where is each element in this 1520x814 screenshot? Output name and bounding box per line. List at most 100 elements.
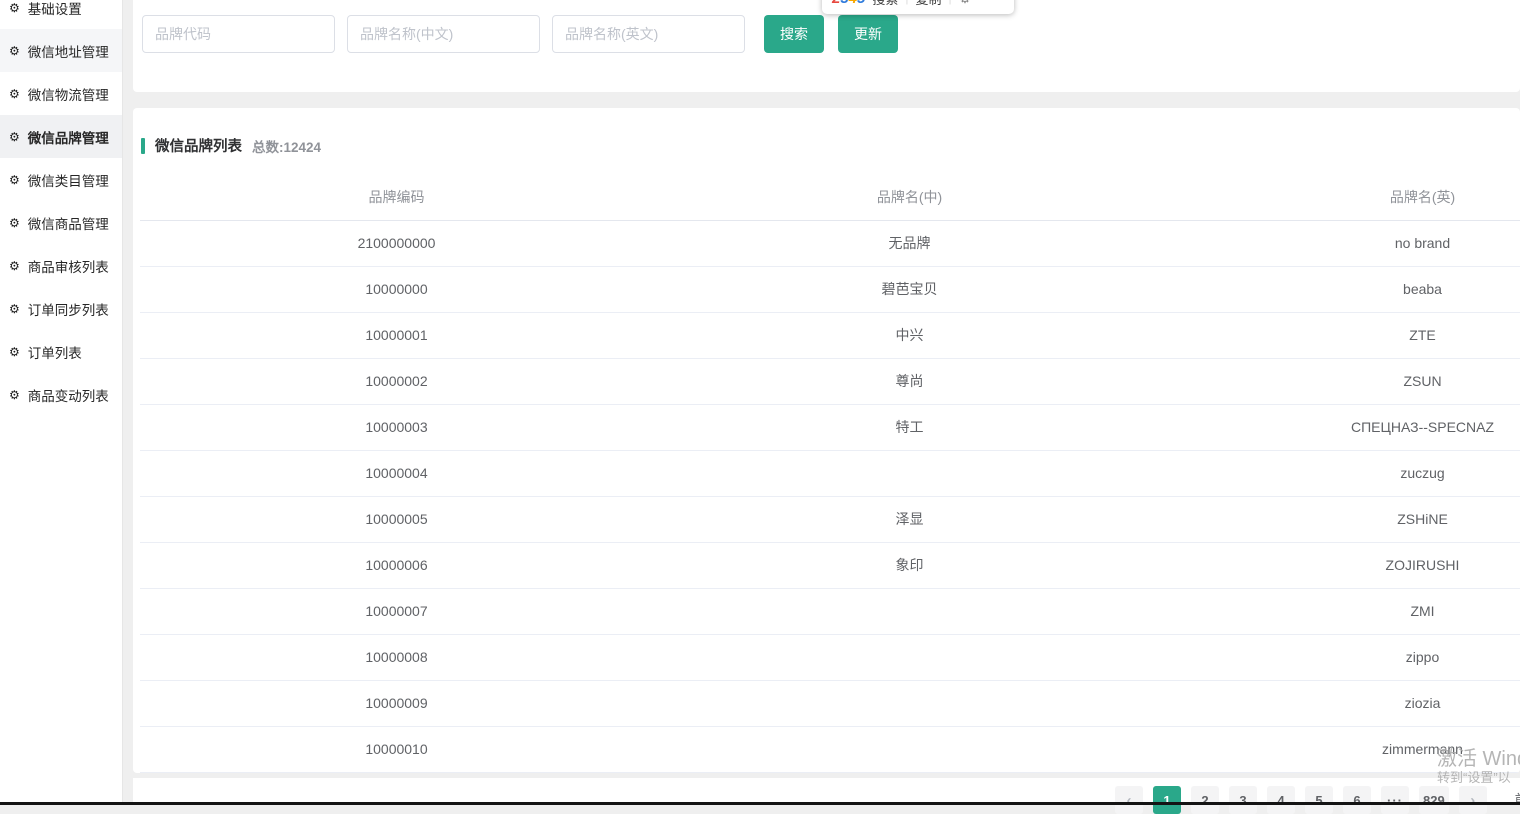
sidebar-item-label: 微信品牌管理 [27,130,109,146]
sidebar-item-wechat-category[interactable]: ⚙ 微信类目管理 [0,158,122,201]
page-button-6[interactable]: 6 [1343,786,1371,814]
pagination-bar: ‹ 1 2 3 4 5 6 ··· 829 › 前往 [133,778,1520,814]
sidebar-item-product-change[interactable]: ⚙ 商品变动列表 [0,373,122,416]
page-button-2[interactable]: 2 [1191,786,1219,814]
brand-name-en-input[interactable] [552,15,745,53]
sidebar-menu: ⚙ 基础设置 ⚙ 微信地址管理 ⚙ 微信物流管理 ⚙ 微信品牌管理 ⚙ 微信类目… [0,0,122,416]
cell-brand-name-en: ZSUN [1403,373,1442,389]
sidebar-item-wechat-address[interactable]: ⚙ 微信地址管理 [0,29,122,72]
cell-brand-name-cn [653,635,1166,680]
cell-brand-name-cn [653,589,1166,634]
page-button-4[interactable]: 4 [1267,786,1295,814]
popup-copy-action[interactable]: 复制 [916,0,942,8]
table-row: 2100000000 无品牌 no brand [140,221,1520,267]
cell-brand-code: 10000008 [365,649,428,665]
cell-brand-name-en: no brand [1394,235,1451,251]
cell-brand-name-en: СПЕЦНАЗ--SPECNAZ [1350,419,1495,435]
cell-brand-code: 2100000000 [357,235,436,251]
cell-brand-name-cn: 中兴 [895,327,924,343]
cell-brand-name-en: ZOJIRUSHI [1385,557,1460,573]
col-header-brand-name-cn: 品牌名(中) [876,189,943,205]
cell-brand-name-cn: 象印 [895,557,924,573]
page-button-5[interactable]: 5 [1305,786,1333,814]
sidebar-item-label: 微信类目管理 [27,173,109,189]
table-row: 10000008 zippo [140,635,1520,681]
popup-settings-icon[interactable]: ⚙ [959,0,972,7]
panel-title-row: 微信品牌列表 总数:12424 [141,135,321,156]
cell-brand-name-cn [653,451,1166,496]
search-button[interactable]: 搜索 [764,15,824,53]
gear-icon: ⚙ [9,344,20,359]
sidebar-item-order-sync[interactable]: ⚙ 订单同步列表 [0,287,122,330]
pagination: ‹ 1 2 3 4 5 6 ··· 829 › 前往 [1115,786,1520,814]
next-page-button[interactable]: › [1458,786,1487,814]
sidebar-item-label: 微信商品管理 [27,216,109,232]
col-header-brand-name-en: 品牌名(英) [1389,189,1456,205]
sidebar-item-label: 商品变动列表 [27,388,109,404]
cell-brand-code: 10000002 [365,373,428,389]
total-count: 总数:12424 [252,139,322,155]
table-row: 10000006 象印 ZOJIRUSHI [140,543,1520,589]
page-button-829[interactable]: 829 [1419,786,1449,814]
sidebar-item-order-list[interactable]: ⚙ 订单列表 [0,330,122,373]
sidebar-item-wechat-logistics[interactable]: ⚙ 微信物流管理 [0,72,122,115]
cell-brand-name-en: zimmermann [1382,741,1463,757]
table-row: 10000005 泽显 ZSHiNE [140,497,1520,543]
cell-brand-code: 10000001 [365,327,428,343]
cell-brand-code: 10000003 [365,419,428,435]
cell-brand-name-en: ZMI [1410,603,1435,619]
sidebar-item-product-review[interactable]: ⚙ 商品审核列表 [0,244,122,287]
popup-separator: | [905,0,908,5]
cell-brand-code: 10000004 [365,465,428,481]
cell-brand-name-cn: 特工 [895,419,924,435]
brand-code-input[interactable] [142,15,335,53]
brand-table: 品牌编码 品牌名(中) 品牌名(英) 2100000000 无品牌 no bra… [140,175,1520,773]
2345-logo: 2345 [832,0,865,7]
table-row: 10000007 ZMI [140,589,1520,635]
gear-icon: ⚙ [9,129,20,144]
update-button[interactable]: 更新 [838,15,898,53]
table-row: 10000003 特工 СПЕЦНАЗ--SPECNAZ [140,405,1520,451]
more-pages-button[interactable]: ··· [1381,786,1409,814]
cell-brand-name-cn [653,727,1166,772]
sidebar-item-wechat-product[interactable]: ⚙ 微信商品管理 [0,201,122,244]
title-accent-bar [141,137,145,154]
table-row: 10000001 中兴 ZTE [140,313,1520,359]
sidebar-item-label: 商品审核列表 [27,259,109,275]
gear-icon: ⚙ [9,387,20,402]
page-button-3[interactable]: 3 [1229,786,1257,814]
sidebar-item-label: 微信地址管理 [27,44,109,60]
page-button-1[interactable]: 1 [1153,786,1181,814]
prev-page-button[interactable]: ‹ [1115,786,1143,814]
popup-separator: | [949,0,952,5]
gear-icon: ⚙ [9,43,20,58]
sidebar-item-label: 订单同步列表 [27,302,109,318]
table-row: 10000000 碧芭宝贝 beaba [140,267,1520,313]
table-row: 10000010 zimmermann [140,727,1520,773]
gear-icon: ⚙ [9,215,20,230]
brand-name-cn-input[interactable] [347,15,540,53]
cell-brand-name-en: ziozia [1404,695,1441,711]
col-header-brand-code: 品牌编码 [368,189,425,205]
cell-brand-name-en: ZSHiNE [1397,511,1448,527]
gear-icon: ⚙ [9,301,20,316]
table-row: 10000004 zuczug [140,451,1520,497]
cell-brand-name-cn: 尊尚 [895,373,924,389]
sidebar-item-basic-settings[interactable]: ⚙ 基础设置 [0,0,122,29]
cell-brand-code: 10000007 [365,603,428,619]
cell-brand-code: 10000006 [365,557,428,573]
sidebar-item-label: 订单列表 [27,345,82,361]
panel-title: 微信品牌列表 [155,139,242,155]
extension-popup: 2345 搜索 | 复制 | ⚙ [822,0,1014,14]
sidebar-item-wechat-brand[interactable]: ⚙ 微信品牌管理 [0,115,122,158]
sidebar-item-label: 微信物流管理 [27,87,109,103]
table-row: 10000009 ziozia [140,681,1520,727]
gear-icon: ⚙ [9,172,20,187]
cell-brand-name-en: zippo [1405,649,1440,665]
jump-to-page-label: 前往 [1515,786,1520,814]
brand-list-panel: 微信品牌列表 总数:12424 品牌编码 品牌名(中) 品牌名(英) 21000… [133,108,1520,773]
cell-brand-name-cn [653,681,1166,726]
gear-icon: ⚙ [9,0,20,15]
popup-search-action[interactable]: 搜索 [872,0,898,8]
cell-brand-name-en: zuczug [1400,465,1445,481]
